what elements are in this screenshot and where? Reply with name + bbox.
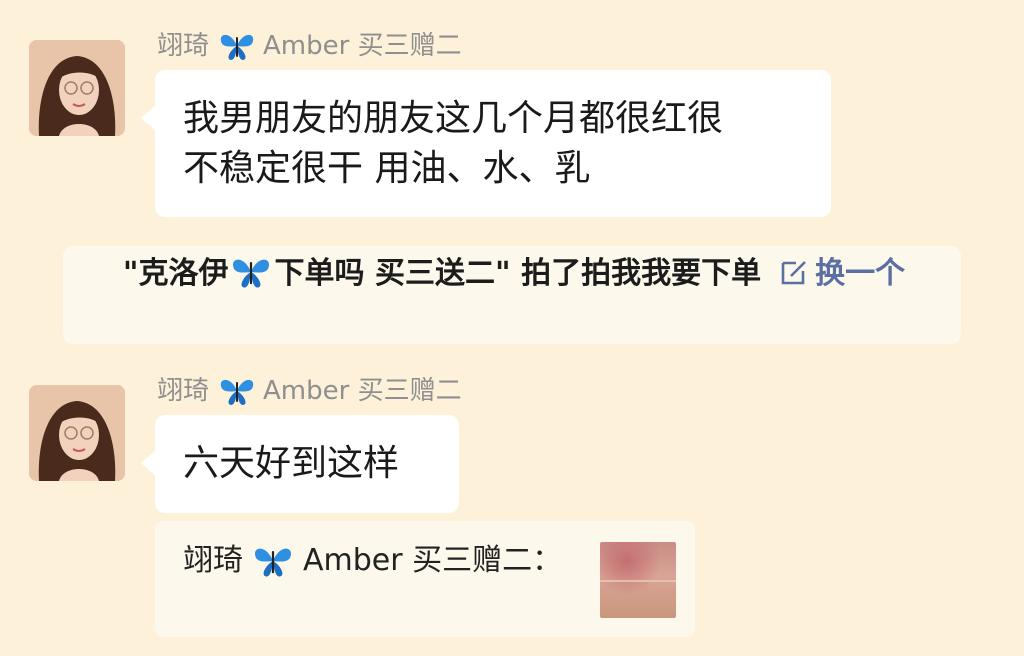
sender-name: 翊琦 Amber 买三赠二 <box>157 30 462 62</box>
butterfly-icon <box>231 255 271 289</box>
change-link[interactable]: 换一个 <box>815 256 905 291</box>
message-bubble[interactable]: 我男朋友的朋友这几个月都很红很 不稳定很干 用油、水、乳 <box>141 70 831 217</box>
bubble-tail <box>141 451 155 475</box>
edit-icon[interactable] <box>779 257 809 287</box>
avatar-woman-portrait-icon <box>29 40 125 136</box>
butterfly-icon <box>219 31 255 61</box>
skin-photo-thumbnail-icon[interactable] <box>600 542 676 618</box>
butterfly-icon <box>253 544 293 578</box>
avatar[interactable] <box>29 385 125 481</box>
pat-notice-prefix: "克洛伊 <box>122 256 229 291</box>
sender-suffix-text: Amber 买三赠二 <box>263 376 462 406</box>
sender-name: 翊琦 Amber 买三赠二 <box>157 375 462 407</box>
pat-notice-text: 下单吗 买三送二" 拍了拍我我要下单 <box>274 256 762 291</box>
sender-suffix-text: Amber 买三赠二 <box>263 31 462 61</box>
butterfly-icon <box>219 376 255 406</box>
message-text: 我男朋友的朋友这几个月都很红很 不稳定很干 用油、水、乳 <box>183 98 724 189</box>
quote-sender-name: 翊琦 <box>183 543 243 578</box>
pat-notice: "克洛伊 下单吗 买三送二" 拍了拍我我要下单 换一个 <box>63 246 961 344</box>
quote-sender-suffix: Amber 买三赠二： <box>303 543 563 578</box>
quoted-message[interactable]: 翊琦 Amber 买三赠二： <box>155 521 695 637</box>
sender-name-text: 翊琦 <box>157 376 210 406</box>
avatar-woman-portrait-icon <box>29 385 125 481</box>
quote-sender: 翊琦 Amber 买三赠二： <box>183 541 562 581</box>
avatar[interactable] <box>29 40 125 136</box>
message-text: 六天好到这样 <box>183 443 400 484</box>
sender-name-text: 翊琦 <box>157 31 210 61</box>
bubble-tail <box>141 106 155 130</box>
chat-screen: 翊琦 Amber 买三赠二 我男朋友的朋友这几个月都很红很 不稳定很干 用油、水… <box>0 0 1024 656</box>
message-bubble[interactable]: 六天好到这样 <box>141 415 459 513</box>
